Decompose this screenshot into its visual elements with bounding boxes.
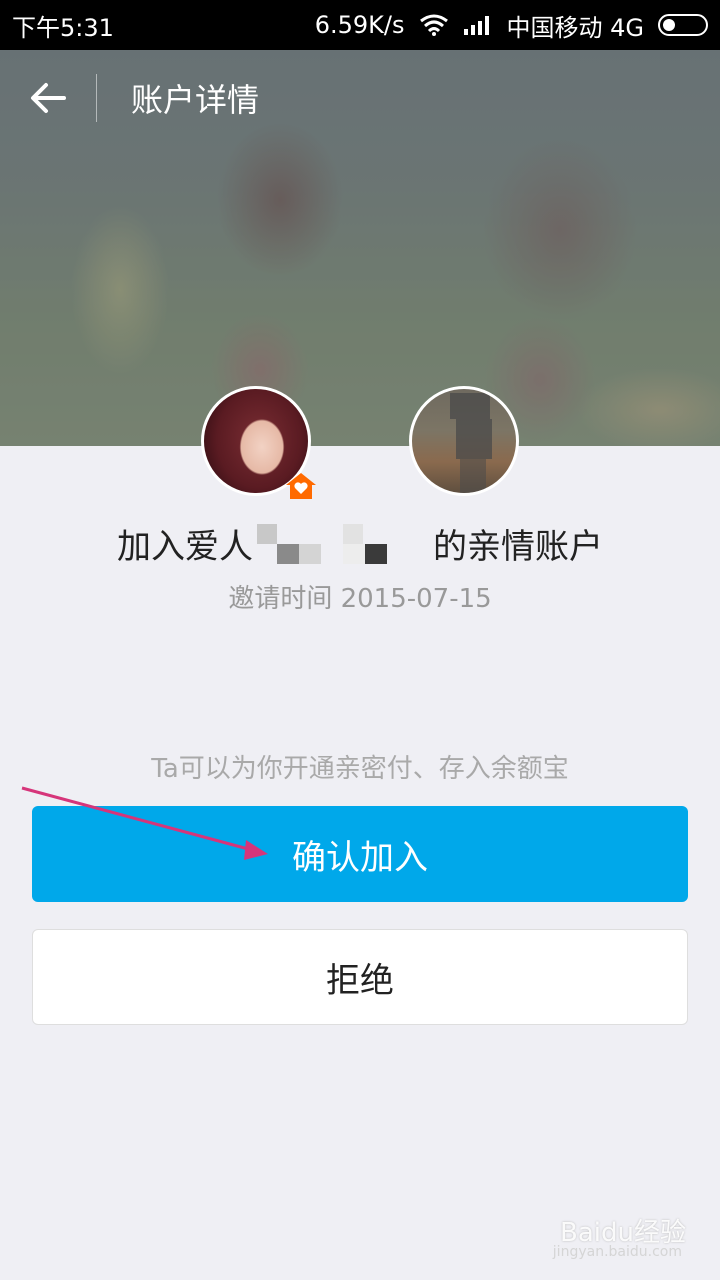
blurred-partner-name: [257, 522, 429, 564]
invite-date: 邀请时间 2015-07-15: [228, 584, 492, 614]
invite-prefix: 加入爱人: [117, 526, 253, 567]
status-time: 下午5:31: [12, 13, 114, 42]
app-bar-divider: [96, 74, 97, 122]
partner-avatar: [409, 386, 519, 496]
confirm-join-button[interactable]: 确认加入: [32, 806, 688, 902]
carrier-label: 中国移动 4G: [506, 13, 645, 42]
baidu-watermark-url: jingyan.baidu.com: [552, 1244, 682, 1260]
status-bar: 下午5:31 6.59K/s 中国移动 4G: [0, 0, 720, 50]
reject-button[interactable]: 拒绝: [32, 929, 688, 1025]
pixelated-block: [456, 419, 492, 459]
invite-message: 加入爱人 的亲情账户: [0, 515, 720, 571]
pixelated-block: [460, 459, 486, 493]
battery-icon: [658, 14, 708, 36]
back-arrow-icon: [31, 83, 66, 113]
page-title: 账户详情: [131, 81, 260, 119]
invite-suffix: 的亲情账户: [433, 526, 603, 567]
app-bar: 账户详情: [0, 50, 720, 146]
network-speed: 6.59K/s: [314, 11, 405, 39]
home-heart-icon: [286, 473, 316, 499]
wifi-icon: [419, 14, 448, 36]
signal-icon: [463, 16, 489, 35]
pixelated-face: [450, 393, 490, 419]
back-button[interactable]: [0, 50, 96, 146]
feature-hint: Ta可以为你开通亲密付、存入余额宝: [151, 754, 569, 784]
status-right: 6.59K/s 中国移动 4G: [315, 8, 708, 43]
